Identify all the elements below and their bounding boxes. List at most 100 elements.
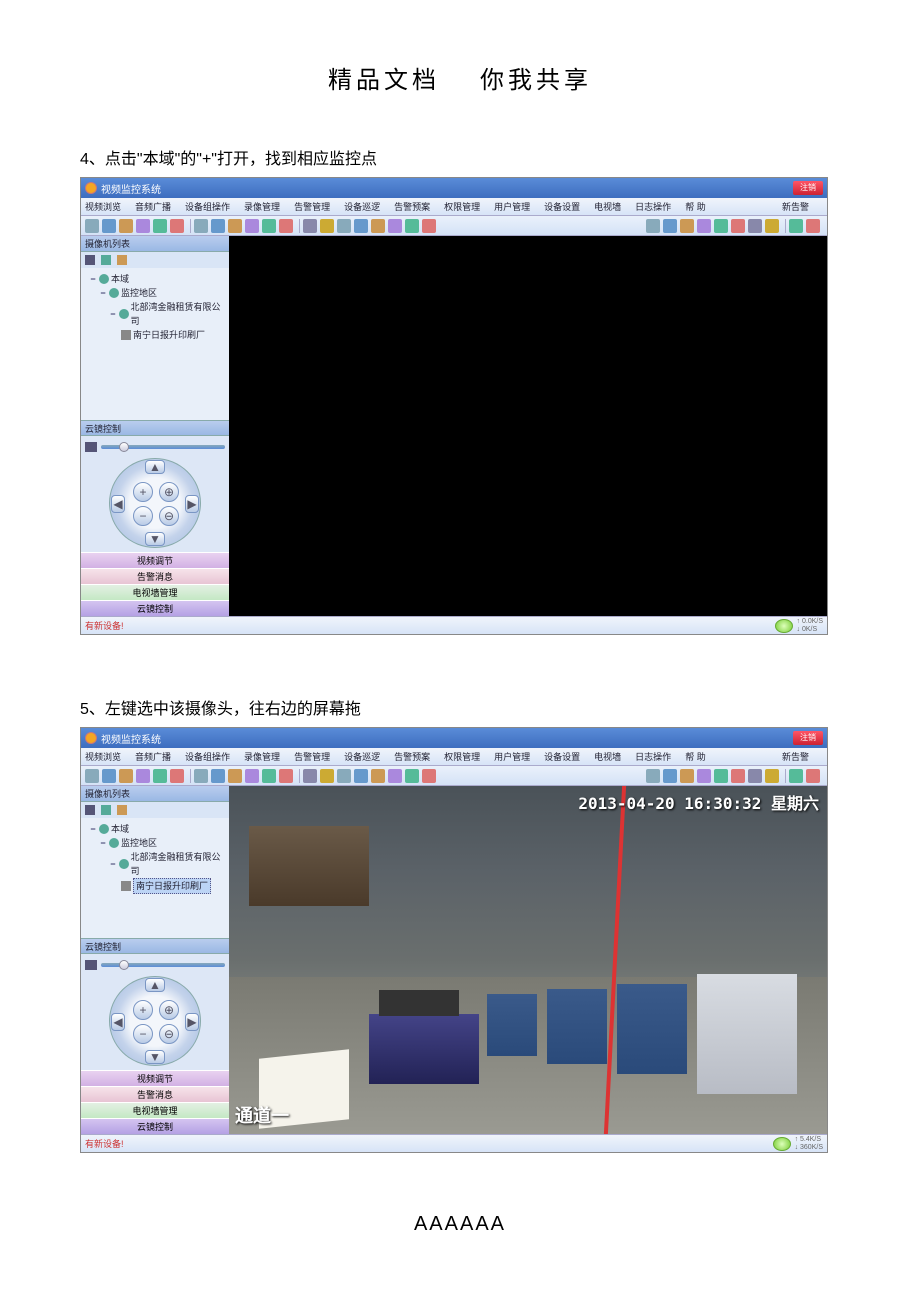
print-icon[interactable] <box>731 769 745 783</box>
menu-alarm-manage[interactable]: 告警管理 <box>294 750 330 763</box>
tool-icon[interactable] <box>663 769 677 783</box>
collapse-icon[interactable]: − <box>109 307 117 321</box>
tool-icon[interactable] <box>303 219 317 233</box>
layout-icon[interactable] <box>194 769 208 783</box>
ptz-focus-button[interactable]: ⊖ <box>159 506 179 526</box>
collapse-icon[interactable]: − <box>99 286 107 300</box>
ptz-speed-slider[interactable] <box>85 958 225 972</box>
ptz-zoom-out-button[interactable]: − <box>133 1024 153 1044</box>
ptz-down-button[interactable]: ▼ <box>145 532 165 546</box>
tool-icon[interactable] <box>697 219 711 233</box>
tool-icon[interactable] <box>102 219 116 233</box>
tool-icon[interactable] <box>388 219 402 233</box>
tree-home-icon[interactable] <box>117 805 127 815</box>
layout-icon[interactable] <box>228 769 242 783</box>
tool-icon[interactable] <box>153 219 167 233</box>
tool-icon[interactable] <box>136 219 150 233</box>
ptz-focus-button[interactable]: ⊖ <box>159 1024 179 1044</box>
layout-icon[interactable] <box>279 219 293 233</box>
video-viewport-live[interactable]: 2013-04-20 16:30:32 星期六 通道一 <box>229 786 827 1134</box>
tool-icon[interactable] <box>714 769 728 783</box>
tree-node-company[interactable]: −北部湾金融租赁有限公司 <box>83 850 227 878</box>
layout-16-icon[interactable] <box>245 219 259 233</box>
tool-icon[interactable] <box>646 219 660 233</box>
ptz-zoom-out-button[interactable]: − <box>133 506 153 526</box>
tool-icon[interactable] <box>170 219 184 233</box>
ptz-up-button[interactable]: ▲ <box>145 460 165 474</box>
menu-device-setting[interactable]: 设备设置 <box>544 200 580 213</box>
zoom-in-icon[interactable] <box>354 219 368 233</box>
tree-home-icon[interactable] <box>117 255 127 265</box>
tree-cam-icon[interactable] <box>85 805 95 815</box>
lock-icon[interactable] <box>405 219 419 233</box>
tool-icon[interactable] <box>85 219 99 233</box>
gear-icon[interactable] <box>748 219 762 233</box>
tool-icon[interactable] <box>789 769 803 783</box>
menu-audio-broadcast[interactable]: 音频广播 <box>135 200 171 213</box>
tool-icon[interactable] <box>789 219 803 233</box>
tool-icon[interactable] <box>320 769 334 783</box>
tree-search-icon[interactable] <box>101 255 111 265</box>
tab-video-adjust[interactable]: 视频调节 <box>81 1070 229 1086</box>
tree-node-root[interactable]: −本域 <box>83 822 227 836</box>
tool-icon[interactable] <box>337 769 351 783</box>
menu-device-setting[interactable]: 设备设置 <box>544 750 580 763</box>
menu-video-browse[interactable]: 视频浏览 <box>85 200 121 213</box>
menu-help[interactable]: 帮 助 <box>685 750 706 763</box>
ptz-left-button[interactable]: ◀ <box>111 1013 125 1031</box>
ptz-iris-button[interactable]: ⊕ <box>159 1000 179 1020</box>
tree-node-region[interactable]: −监控地区 <box>83 286 227 300</box>
layout-9-icon[interactable] <box>228 219 242 233</box>
tool-icon[interactable] <box>765 219 779 233</box>
tool-icon[interactable] <box>806 769 820 783</box>
menu-log[interactable]: 日志操作 <box>635 750 671 763</box>
ptz-zoom-in-button[interactable]: + <box>133 1000 153 1020</box>
menu-permission[interactable]: 权限管理 <box>444 750 480 763</box>
layout-icon[interactable] <box>262 769 276 783</box>
zoom-in-icon[interactable] <box>354 769 368 783</box>
ptz-up-button[interactable]: ▲ <box>145 978 165 992</box>
tool-icon[interactable] <box>85 769 99 783</box>
tree-search-icon[interactable] <box>101 805 111 815</box>
menu-alarm-plan[interactable]: 告警预案 <box>394 200 430 213</box>
menu-audio-broadcast[interactable]: 音频广播 <box>135 750 171 763</box>
ptz-speed-slider[interactable] <box>85 440 225 454</box>
tool-icon[interactable] <box>119 219 133 233</box>
tab-tvwall-manage[interactable]: 电视墙管理 <box>81 1102 229 1118</box>
tool-icon[interactable] <box>646 769 660 783</box>
menu-alarm-plan[interactable]: 告警预案 <box>394 750 430 763</box>
menu-video-browse[interactable]: 视频浏览 <box>85 750 121 763</box>
layout-icon[interactable] <box>279 769 293 783</box>
ptz-right-button[interactable]: ▶ <box>185 495 199 513</box>
tool-icon[interactable] <box>303 769 317 783</box>
tab-ptz-control[interactable]: 云镜控制 <box>81 1118 229 1134</box>
tool-icon[interactable] <box>765 769 779 783</box>
menu-device-group[interactable]: 设备组操作 <box>185 200 230 213</box>
tool-icon[interactable] <box>714 219 728 233</box>
menu-tvwall[interactable]: 电视墙 <box>594 750 621 763</box>
tool-icon[interactable] <box>337 219 351 233</box>
ptz-down-button[interactable]: ▼ <box>145 1050 165 1064</box>
menu-permission[interactable]: 权限管理 <box>444 200 480 213</box>
menu-log[interactable]: 日志操作 <box>635 200 671 213</box>
ptz-zoom-in-button[interactable]: + <box>133 482 153 502</box>
tab-alarm-msg[interactable]: 告警消息 <box>81 568 229 584</box>
layout-icon[interactable] <box>262 219 276 233</box>
tree-cam-icon[interactable] <box>85 255 95 265</box>
menu-tvwall[interactable]: 电视墙 <box>594 200 621 213</box>
slider-knob[interactable] <box>119 960 129 970</box>
zoom-out-icon[interactable] <box>371 219 385 233</box>
tree-node-camera-selected[interactable]: 南宁日报升印刷厂 <box>83 878 227 894</box>
save-icon[interactable] <box>680 219 694 233</box>
logout-button[interactable]: 注销 <box>793 181 823 195</box>
menu-alarm-manage[interactable]: 告警管理 <box>294 200 330 213</box>
tool-icon[interactable] <box>170 769 184 783</box>
tool-icon[interactable] <box>136 769 150 783</box>
tool-icon[interactable] <box>806 219 820 233</box>
logout-button[interactable]: 注销 <box>793 731 823 745</box>
lock-icon[interactable] <box>405 769 419 783</box>
save-icon[interactable] <box>680 769 694 783</box>
tab-tvwall-manage[interactable]: 电视墙管理 <box>81 584 229 600</box>
menu-user-manage[interactable]: 用户管理 <box>494 200 530 213</box>
layout-1-icon[interactable] <box>194 219 208 233</box>
